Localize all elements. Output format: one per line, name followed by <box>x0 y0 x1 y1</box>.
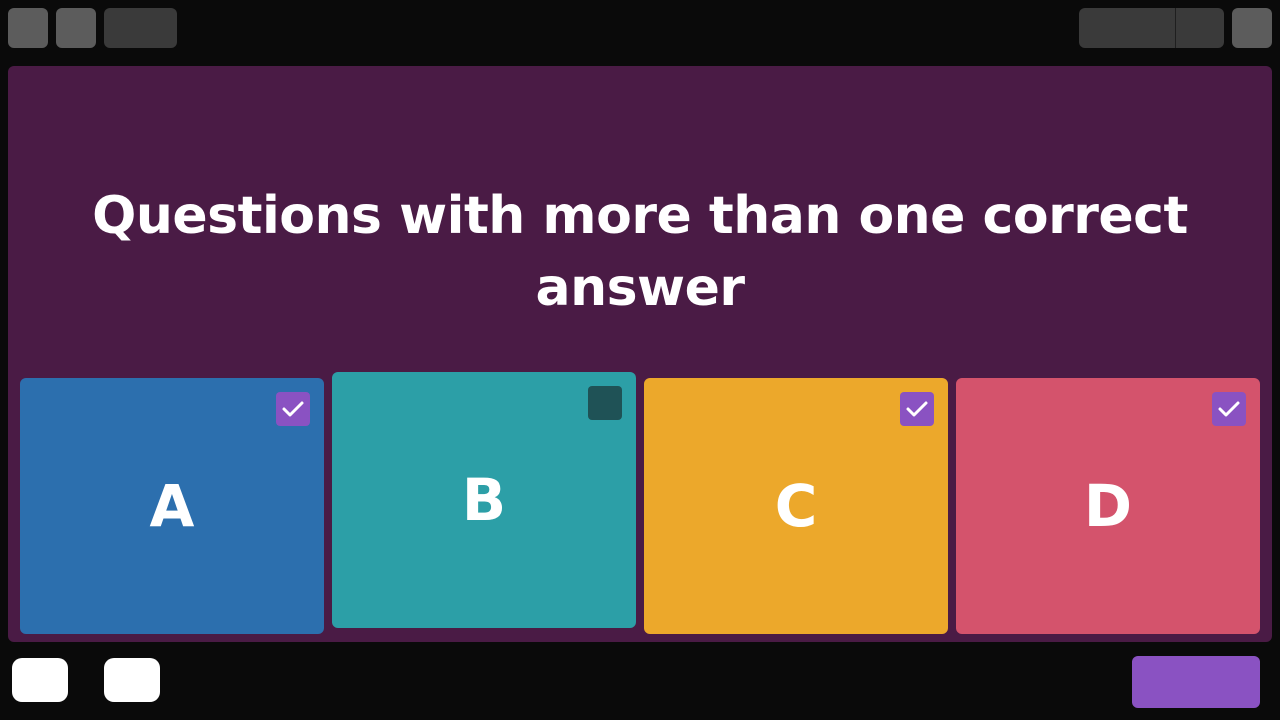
toolbar-button-2[interactable] <box>56 8 96 48</box>
top-toolbar <box>0 0 1280 56</box>
answer-letter: A <box>149 472 195 540</box>
answer-letter: C <box>774 472 818 540</box>
answer-tile-d[interactable]: D <box>956 378 1260 634</box>
toolbar-button-3[interactable] <box>104 8 177 48</box>
answer-tile-c[interactable]: C <box>644 378 948 634</box>
answer-letter: D <box>1083 472 1133 540</box>
answer-checkbox-b[interactable] <box>588 386 622 420</box>
toolbar-button-group <box>1079 8 1224 48</box>
answer-checkbox-a[interactable] <box>276 392 310 426</box>
bottom-button-1[interactable] <box>12 658 68 702</box>
toolbar-button-right[interactable] <box>1232 8 1272 48</box>
answer-checkbox-c[interactable] <box>900 392 934 426</box>
check-icon <box>1218 401 1240 417</box>
answer-tile-a[interactable]: A <box>20 378 324 634</box>
answer-tile-b[interactable]: B <box>332 372 636 628</box>
question-title: Questions with more than one correct ans… <box>92 186 1188 318</box>
answer-letter: B <box>461 466 507 534</box>
answer-checkbox-d[interactable] <box>1212 392 1246 426</box>
bottom-button-2[interactable] <box>104 658 160 702</box>
check-icon <box>282 401 304 417</box>
check-icon <box>906 401 928 417</box>
submit-button[interactable] <box>1132 656 1260 708</box>
toolbar-group-button-left[interactable] <box>1079 8 1175 48</box>
toolbar-group-button-right[interactable] <box>1176 8 1224 48</box>
toolbar-button-1[interactable] <box>8 8 48 48</box>
